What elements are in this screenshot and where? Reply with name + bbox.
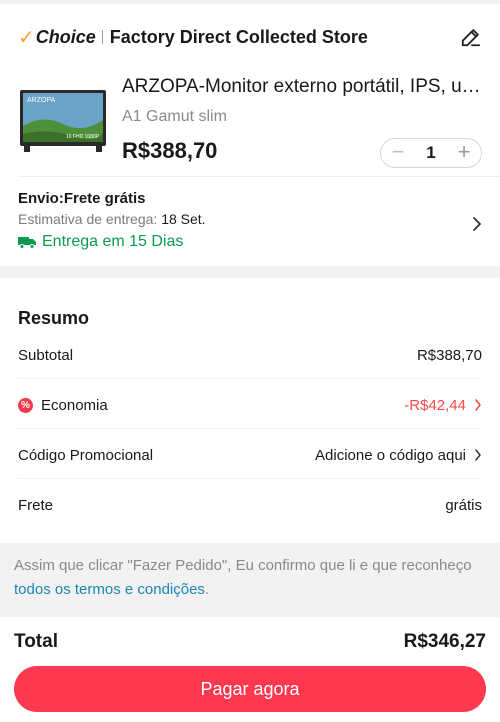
shipping-section[interactable]: Envio:Frete grátis Estimativa de entrega… — [18, 190, 482, 258]
shipping-estimate: Estimativa de entrega: 18 Set. — [18, 211, 482, 227]
discount-label: Economia — [41, 396, 108, 414]
shipping-cost-label: Frete — [18, 496, 54, 514]
product-price: R$388,70 — [122, 138, 218, 163]
row-divider — [18, 428, 482, 429]
choice-brand: Choice — [35, 26, 96, 47]
terms-end: . — [204, 581, 210, 598]
plus-icon[interactable]: + — [453, 141, 475, 164]
terms-text: Assim que clicar "Fazer Pedido", Eu conf… — [14, 557, 472, 574]
total-label: Total — [14, 631, 58, 652]
shipping-cost-value: grátis — [445, 496, 482, 514]
subtotal-row: Subtotal R$388,70 — [18, 340, 482, 370]
shipping-estimate-label: Estimativa de entrega: — [18, 211, 158, 227]
promo-right: Adicione o código aqui — [315, 447, 482, 464]
summary-title: Resumo — [18, 308, 90, 328]
product-variant[interactable]: A1 Gamut slim — [122, 108, 227, 126]
discount-icon: % — [18, 397, 33, 413]
pay-now-button[interactable]: Pagar agora — [14, 666, 486, 712]
product-image-sub: 16 FHD 1080P — [66, 134, 100, 140]
row-divider — [18, 378, 482, 379]
discount-value: -R$42,44 — [404, 396, 466, 414]
discount-right: -R$42,44 — [404, 397, 482, 414]
product-image[interactable]: ARZOPA 16 FHD 1080P — [18, 86, 108, 156]
checkout-bar: Total R$346,27 Pagar agora — [0, 617, 500, 722]
section-divider — [18, 176, 500, 177]
subtotal-label: Subtotal — [18, 346, 74, 364]
shipping-estimate-date: 18 Set. — [161, 211, 206, 227]
truck-icon — [18, 237, 36, 249]
quantity-value[interactable]: 1 — [426, 143, 435, 163]
choice-logo: ✓ Choice — [18, 25, 96, 50]
promo-value[interactable]: Adicione o código aqui — [315, 447, 466, 464]
row-divider — [18, 478, 482, 479]
store-name[interactable]: Factory Direct Collected Store — [110, 27, 368, 48]
shipping-cost-row: Frete grátis — [18, 490, 482, 520]
edit-icon[interactable] — [460, 26, 482, 48]
chevron-right-icon[interactable] — [474, 399, 482, 411]
chevron-right-icon[interactable] — [472, 216, 482, 232]
discount-row[interactable]: % Economia -R$42,44 — [18, 390, 482, 420]
check-icon: ✓ — [18, 26, 35, 49]
minus-icon[interactable]: − — [387, 141, 409, 164]
product-image-brand: ARZOPA — [27, 97, 56, 104]
product-title[interactable]: ARZOPA-Monitor externo portátil, IPS, ul… — [122, 76, 484, 98]
total-value: R$346,27 — [403, 631, 486, 652]
summary-card: Resumo Subtotal R$388,70 % Economia -R$4… — [0, 278, 500, 543]
header-divider — [101, 30, 103, 44]
quantity-stepper: − 1 + — [380, 138, 482, 168]
shipping-eta-text: Entrega em 15 Dias — [42, 233, 184, 250]
shipping-eta: Entrega em 15 Dias — [18, 233, 482, 251]
discount-label-group: % Economia — [18, 397, 108, 414]
promo-label: Código Promocional — [18, 446, 154, 464]
terms-notice: Assim que clicar "Fazer Pedido", Eu conf… — [14, 554, 486, 602]
shipping-title: Envio:Frete grátis — [18, 190, 146, 207]
terms-link[interactable]: todos os termos e condições — [14, 581, 205, 598]
subtotal-value: R$388,70 — [416, 346, 482, 364]
store-header: ✓ Choice Factory Direct Collected Store — [18, 22, 482, 52]
store-card: ✓ Choice Factory Direct Collected Store … — [0, 4, 500, 266]
chevron-right-icon[interactable] — [474, 449, 482, 461]
promo-code-row[interactable]: Código Promocional Adicione o código aqu… — [18, 440, 482, 470]
